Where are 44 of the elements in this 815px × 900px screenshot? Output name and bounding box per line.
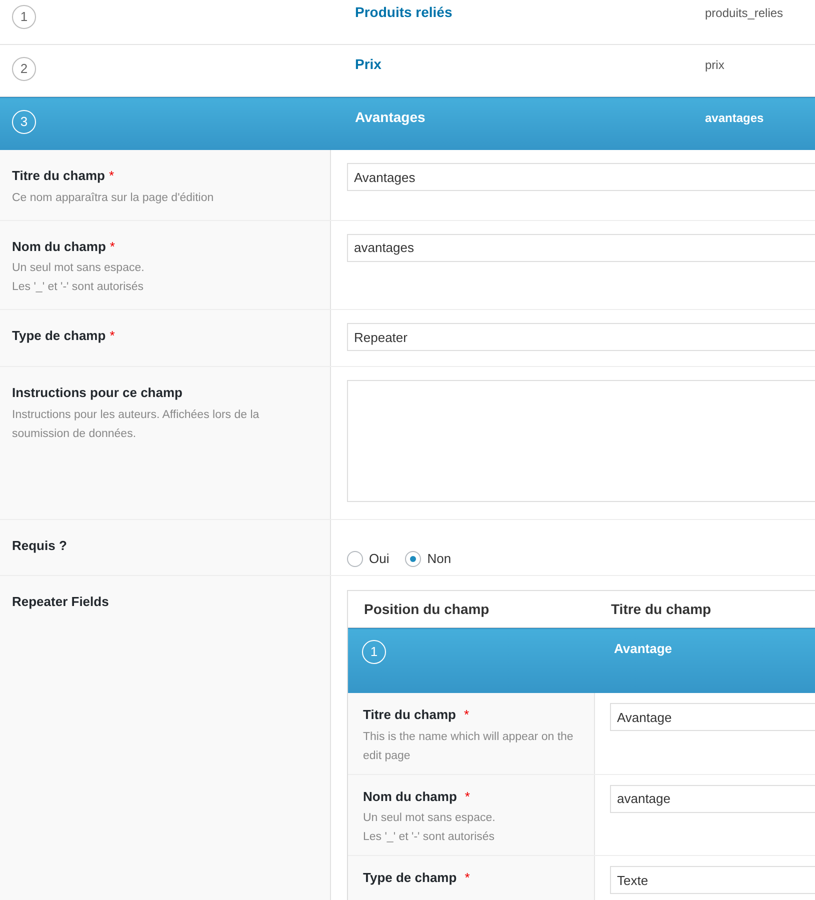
field-name: produits_relies: [705, 6, 784, 20]
text-field[interactable]: Avantages: [347, 163, 815, 191]
field-hint: Les '_' et '-' sont autorisés: [12, 280, 145, 295]
field-label: Type de champ: [12, 327, 106, 345]
position-number: 1: [362, 640, 386, 664]
field-hint: Ce nom apparaîtra sur la page d'édition: [12, 190, 215, 206]
required-asterisk: *: [464, 788, 470, 806]
field-label: Type de champ: [363, 869, 457, 887]
position-number: 2: [12, 57, 36, 81]
text-field[interactable]: Texte: [610, 866, 815, 894]
field-label: Instructions pour ce champ: [12, 384, 182, 402]
field-label: Titre du champ: [12, 167, 105, 185]
field-label: Repeater Fields: [12, 593, 109, 611]
text-field[interactable]: Repeater: [347, 323, 815, 351]
field-hint: Un seul mot sans espace.: [12, 261, 146, 276]
position-number: 1: [12, 5, 36, 29]
instructions-field[interactable]: [347, 380, 815, 502]
field-hint: Instructions pour les auteurs. Affichées lors de la soumission de données.: [12, 408, 260, 442]
field-label: Nom du champ: [12, 238, 106, 256]
radio-label: Non: [427, 550, 452, 568]
field-title[interactable]: Produits reliés: [355, 4, 452, 20]
field-title[interactable]: Prix: [355, 56, 382, 72]
text-field[interactable]: Avantage: [610, 703, 815, 731]
field-hint: This is the name which will appear on the edit page: [363, 730, 574, 764]
radio-button[interactable]: [347, 550, 363, 567]
field-name: prix: [705, 58, 724, 72]
required-asterisk: *: [110, 238, 115, 256]
position-number: 3: [12, 110, 36, 134]
text-field[interactable]: avantage: [610, 784, 815, 812]
field-name: avantages: [705, 111, 764, 125]
radio-button[interactable]: [405, 550, 422, 567]
required-asterisk: *: [110, 327, 115, 345]
radio-label: Oui: [369, 550, 390, 568]
column-header: Titre du champ: [610, 600, 712, 619]
field-label: Nom du champ: [363, 788, 457, 806]
required-asterisk: *: [464, 869, 470, 887]
field-label: Titre du champ: [363, 706, 456, 724]
required-asterisk: *: [464, 706, 470, 724]
field-hint: Un seul mot sans espace.: [363, 811, 496, 826]
field-hint: Les '_' et '-' sont autorisés: [363, 830, 496, 845]
column-header: Position du champ: [363, 600, 490, 619]
text-field[interactable]: avantages: [347, 234, 815, 262]
required-asterisk: *: [108, 167, 114, 185]
field-label: Requis ?: [12, 537, 67, 555]
